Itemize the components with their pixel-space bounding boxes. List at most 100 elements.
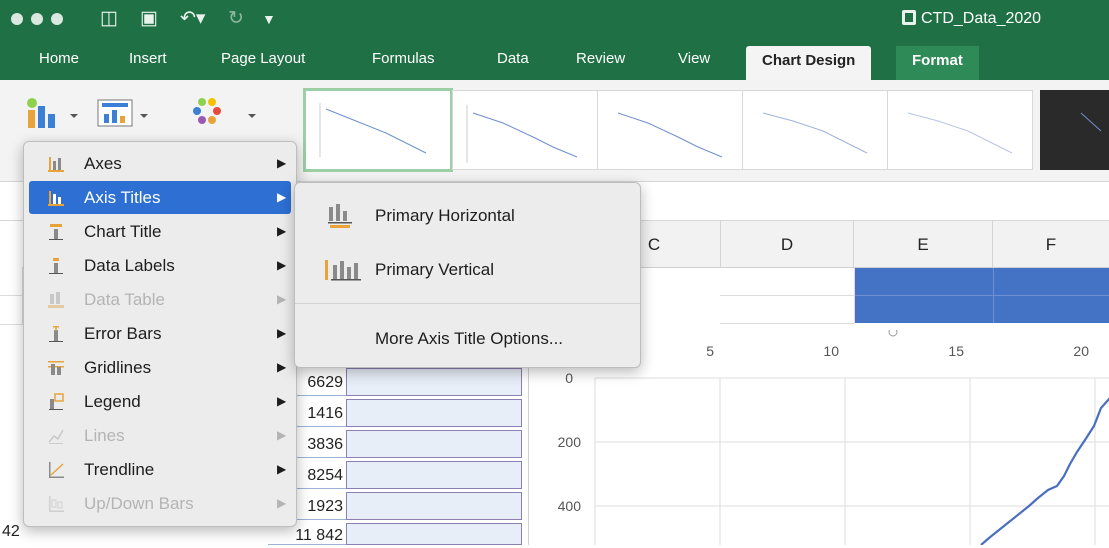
redo-icon[interactable]: ↻ xyxy=(228,8,244,30)
data-table-icon xyxy=(48,292,64,308)
more-axis-title-options-item[interactable]: More Axis Title Options... xyxy=(295,321,640,357)
chart-style-6[interactable] xyxy=(1040,90,1109,170)
tab-insert[interactable]: Insert xyxy=(129,50,167,67)
row-number: 42 xyxy=(2,523,20,540)
add-chart-element-menu: Axes ▶ Axis Titles ▶ Chart Title ▶ Data Labels… xyxy=(23,141,297,527)
menu-item-label: Axis Titles xyxy=(84,188,161,207)
menu-item-error-bars[interactable]: Error Bars ▶ xyxy=(29,317,291,350)
undo-icon[interactable]: ↶▾ xyxy=(180,8,205,30)
chart-style-5[interactable] xyxy=(887,90,1033,170)
menu-item-label: Data Labels xyxy=(84,256,175,275)
menu-item-legend[interactable]: Legend ▶ xyxy=(29,385,291,418)
menu-item-label: Data Table xyxy=(84,290,165,309)
chart-style-preview xyxy=(617,112,723,158)
quick-layout-button[interactable] xyxy=(96,96,156,130)
x-tick-label: 15 xyxy=(948,343,964,359)
menu-item-data-labels[interactable]: Data Labels ▶ xyxy=(29,249,291,282)
up-down-bars-icon xyxy=(49,496,64,512)
submenu-arrow-icon: ▶ xyxy=(277,224,287,238)
menu-item-label: Trendline xyxy=(84,460,155,479)
y-tick-label: 0 xyxy=(565,370,573,386)
menu-item-trendline[interactable]: Trendline ▶ xyxy=(29,453,291,486)
tab-data[interactable]: Data xyxy=(497,50,529,67)
add-chart-element-button[interactable] xyxy=(24,96,84,130)
axis-titles-submenu: Primary Horizontal Primary Vertical More… xyxy=(294,182,641,368)
chart-style-4[interactable] xyxy=(742,90,888,170)
data-labels-icon xyxy=(49,258,63,274)
chart-style-preview xyxy=(466,105,578,163)
document-title: CTD_Data_2020 xyxy=(902,10,1041,28)
primary-horizontal-icon xyxy=(328,204,352,228)
menu-item-label: Chart Title xyxy=(84,222,162,241)
add-chart-element-icon xyxy=(27,98,78,128)
menu-item-axis-titles[interactable]: Axis Titles ▶ xyxy=(29,181,291,214)
chart-style-3[interactable] xyxy=(597,90,743,170)
menu-item-chart-title[interactable]: Chart Title ▶ xyxy=(29,215,291,248)
ribbon-tab-bar: Home Insert Page Layout Formulas Data Re… xyxy=(0,40,1109,80)
minimize-window-button[interactable] xyxy=(31,13,43,25)
submenu-arrow-icon: ▶ xyxy=(277,360,287,374)
tab-format[interactable]: Format xyxy=(896,46,979,80)
axis-titles-icon xyxy=(48,191,64,206)
menu-item-gridlines[interactable]: Gridlines ▶ xyxy=(29,351,291,384)
data-series-line xyxy=(980,397,1109,546)
save-icon[interactable]: ▣ xyxy=(140,8,158,30)
x-tick-label: 5 xyxy=(706,343,714,359)
submenu-arrow-icon: ▶ xyxy=(277,258,287,272)
highlighted-cell[interactable] xyxy=(346,368,522,396)
customize-icon[interactable]: ▼ xyxy=(262,8,276,30)
chart-resize-handle[interactable] xyxy=(888,327,898,337)
zoom-window-button[interactable] xyxy=(51,13,63,25)
cell-d[interactable] xyxy=(720,268,855,296)
tab-formulas[interactable]: Formulas xyxy=(372,50,435,67)
more-axis-title-options-label: More Axis Title Options... xyxy=(375,329,564,348)
menu-item-label: Lines xyxy=(84,426,125,445)
menu-item-label: Legend xyxy=(84,392,141,411)
tab-page-layout[interactable]: Page Layout xyxy=(221,50,305,67)
change-colors-icon xyxy=(193,98,256,124)
column-header-e[interactable]: E xyxy=(854,221,993,268)
column-header-d[interactable]: D xyxy=(721,221,854,268)
primary-horizontal-label: Primary Horizontal xyxy=(375,206,515,225)
highlighted-cell[interactable] xyxy=(346,461,522,489)
highlighted-cell[interactable] xyxy=(346,430,522,458)
x-tick-label: 20 xyxy=(1073,343,1089,359)
tab-view[interactable]: View xyxy=(678,50,710,67)
submenu-arrow-icon: ▶ xyxy=(277,292,287,306)
submenu-arrow-icon: ▶ xyxy=(277,394,287,408)
menu-item-lines[interactable]: Lines ▶ xyxy=(29,419,291,452)
menu-item-axes[interactable]: Axes ▶ xyxy=(29,147,291,180)
submenu-arrow-icon: ▶ xyxy=(277,326,287,340)
chart-style-2[interactable] xyxy=(452,90,598,170)
sidebar-icon[interactable]: ◫ xyxy=(100,8,118,30)
tab-review[interactable]: Review xyxy=(576,50,625,67)
primary-horizontal-item[interactable]: Primary Horizontal xyxy=(295,197,640,235)
highlighted-cell[interactable] xyxy=(346,399,522,427)
row-header[interactable] xyxy=(0,296,23,325)
y-tick-label: 200 xyxy=(558,434,582,450)
menu-item-label: Gridlines xyxy=(84,358,152,377)
chart-style-1[interactable] xyxy=(303,88,453,172)
menu-item-up-down-bars[interactable]: Up/Down Bars ▶ xyxy=(29,487,291,520)
tab-chart-design[interactable]: Chart Design xyxy=(746,46,872,80)
change-colors-button[interactable] xyxy=(192,96,262,130)
quick-layout-icon xyxy=(97,99,148,127)
legend-icon xyxy=(49,393,64,410)
column-header-f[interactable]: F xyxy=(993,221,1109,268)
gridlines-icon xyxy=(48,361,64,375)
cell-d[interactable] xyxy=(720,296,855,324)
chart-style-preview xyxy=(319,103,427,157)
close-window-button[interactable] xyxy=(11,13,23,25)
row-header[interactable] xyxy=(0,267,23,296)
menu-item-label: Up/Down Bars xyxy=(84,494,194,513)
y-axis-ticks: 0 200 400 xyxy=(558,370,582,514)
chart-style-preview xyxy=(907,112,1013,154)
menu-item-data-table[interactable]: Data Table ▶ xyxy=(29,283,291,316)
tab-home[interactable]: Home xyxy=(39,50,79,67)
gridlines xyxy=(594,377,1109,545)
chart-style-preview xyxy=(762,112,868,154)
primary-vertical-item[interactable]: Primary Vertical xyxy=(295,251,640,289)
highlighted-cell[interactable] xyxy=(346,523,522,545)
highlighted-cell[interactable] xyxy=(346,492,522,520)
submenu-arrow-icon: ▶ xyxy=(277,428,287,442)
